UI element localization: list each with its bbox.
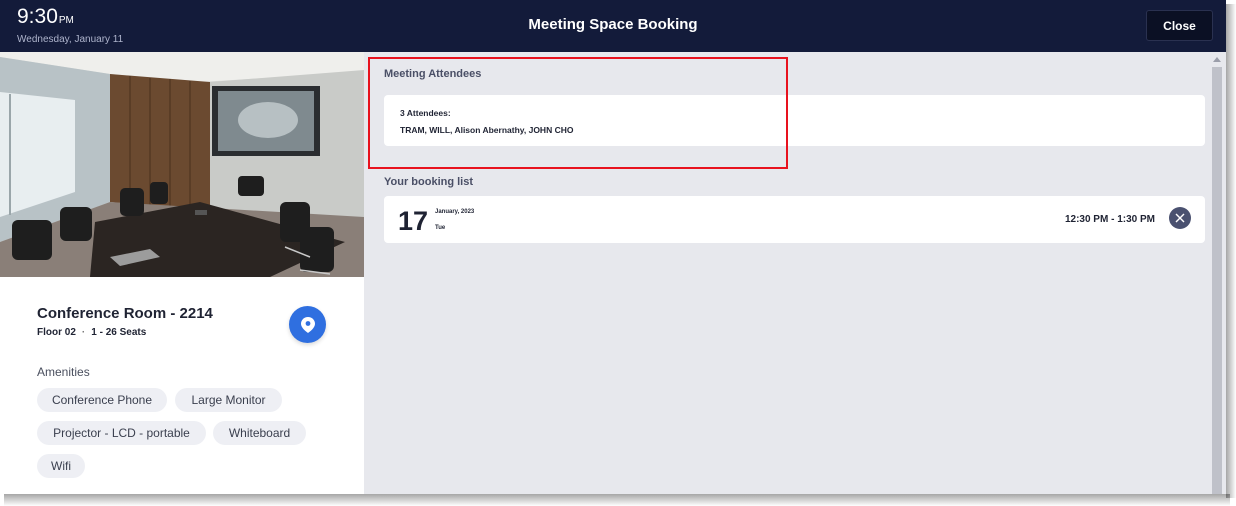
room-name: Conference Room - 2214	[37, 305, 213, 322]
map-pin-icon	[300, 316, 315, 333]
meta-separator: ·	[81, 327, 86, 338]
page-title: Meeting Space Booking	[528, 16, 698, 33]
app-window: 9:30PM Wednesday, January 11 Meeting Spa…	[0, 0, 1226, 494]
amenity-chip: Conference Phone	[37, 388, 167, 412]
amenity-chip: Projector - LCD - portable	[37, 421, 206, 445]
attendees-card: 3 Attendees: TRAM, WILL, Alison Abernath…	[384, 95, 1205, 146]
close-button[interactable]: Close	[1146, 10, 1213, 41]
booking-item[interactable]: 17 January, 2023 Tue 12:30 PM - 1:30 PM	[384, 196, 1205, 243]
booking-month-year: January, 2023	[435, 209, 475, 215]
room-meta: Floor 02 · 1 - 26 Seats	[37, 327, 146, 338]
close-icon	[1175, 213, 1185, 223]
attendee-count: 3 Attendees:	[400, 108, 451, 118]
location-button[interactable]	[289, 306, 326, 343]
amenity-chip: Large Monitor	[175, 388, 282, 412]
room-floor: Floor 02	[37, 327, 76, 338]
clock-date: Wednesday, January 11	[17, 34, 124, 45]
booking-day: 17	[398, 206, 429, 236]
amenities-label: Amenities	[37, 365, 90, 379]
booking-list-label: Your booking list	[384, 176, 474, 188]
booking-time-range: 12:30 PM - 1:30 PM	[1064, 214, 1155, 225]
amenity-chip: Wifi	[37, 454, 85, 478]
booking-weekday: Tue	[435, 225, 446, 231]
scrollbar-thumb[interactable]	[1212, 67, 1222, 494]
attendees-section-label: Meeting Attendees	[384, 68, 482, 80]
window-shadow-right	[1226, 4, 1236, 498]
window-shadow-bottom	[4, 494, 1230, 506]
room-seats: 1 - 26 Seats	[91, 327, 147, 338]
cancel-booking-button[interactable]	[1169, 207, 1191, 229]
header-bar: 9:30PM Wednesday, January 11 Meeting Spa…	[0, 0, 1226, 52]
scroll-up-arrow-icon[interactable]	[1213, 57, 1221, 62]
room-photo	[0, 52, 364, 277]
room-details-panel: Conference Room - 2214 Floor 02 · 1 - 26 S…	[0, 52, 364, 494]
attendee-names: TRAM, WILL, Alison Abernathy, JOHN CHO	[400, 125, 574, 135]
amenity-chip: Whiteboard	[213, 421, 306, 445]
